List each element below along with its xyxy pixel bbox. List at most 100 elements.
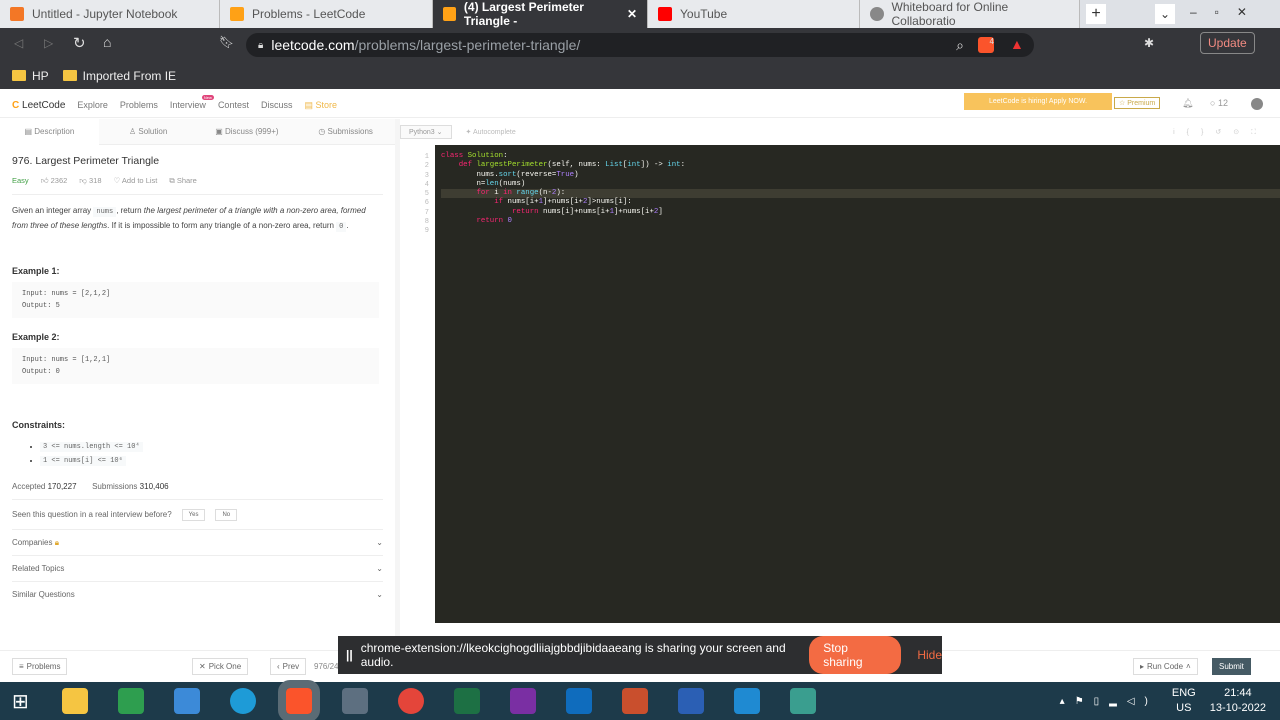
like-button[interactable]: 👍︎ 2362: [41, 176, 68, 186]
powerpoint-icon[interactable]: [622, 688, 648, 714]
clock[interactable]: 21:44 13-10-2022: [1210, 686, 1266, 716]
tab-problems[interactable]: Problems - LeetCode: [220, 0, 433, 28]
nav-discuss[interactable]: Discuss: [261, 100, 293, 110]
pick-one-button[interactable]: ✕ Pick One: [192, 658, 249, 675]
add-to-list-button[interactable]: ♡ Add to List: [114, 176, 158, 186]
address-bar[interactable]: 🔒︎ leetcode.com/problems/largest-perimet…: [246, 33, 1034, 57]
reload-icon[interactable]: ↻: [73, 34, 86, 52]
autocomplete-toggle[interactable]: ✦ Autocomplete: [466, 128, 516, 136]
desc-text: Given an integer array: [12, 206, 94, 215]
onedrive-icon[interactable]: [174, 688, 200, 714]
nav-store[interactable]: ▤ Store: [304, 100, 337, 111]
chevron-down-icon: ⌄: [376, 564, 383, 573]
problem-title: 976. Largest Perimeter Triangle: [12, 155, 160, 167]
editor-tools[interactable]: i{}↺⊙⛶: [1173, 128, 1268, 137]
premium-button[interactable]: ☆ Premium: [1114, 97, 1161, 109]
section-label: Related Topics: [12, 564, 65, 573]
file-explorer-icon[interactable]: [62, 688, 88, 714]
bookmark-imported[interactable]: Imported From IE: [62, 69, 176, 83]
run-code-button[interactable]: ▸ Run Code ˄: [1133, 658, 1198, 675]
tab-youtube[interactable]: YouTube: [648, 0, 860, 28]
forward-icon[interactable]: ▷: [44, 36, 53, 50]
related-topics-section[interactable]: Related Topics ⌄: [12, 555, 383, 581]
code-line: return 0: [476, 217, 512, 226]
code-editor[interactable]: class Solution: def largestPerimeter(sel…: [435, 145, 1280, 623]
new-tab-button[interactable]: +: [1086, 4, 1106, 24]
companies-section[interactable]: Companies 🔒︎ ⌄: [12, 529, 383, 555]
tab-largest-perimeter[interactable]: (4) Largest Perimeter Triangle - ✕: [433, 0, 648, 28]
region-text: US: [1176, 702, 1192, 714]
problems-button[interactable]: ≡ Problems: [12, 658, 68, 675]
window-controls[interactable]: –▫✕: [1190, 5, 1265, 19]
url-host: leetcode.com: [271, 37, 355, 53]
store-icon[interactable]: [118, 688, 144, 714]
tab-title: YouTube: [680, 7, 728, 21]
screen-sharing-banner: || chrome-extension://lkeokcighogdliiajg…: [338, 636, 942, 674]
no-button[interactable]: No: [215, 508, 238, 521]
update-button[interactable]: Update: [1200, 32, 1255, 54]
outlook-icon[interactable]: [566, 688, 592, 714]
example-output: Output: 0: [22, 368, 60, 376]
hiring-banner[interactable]: LeetCode is hiring! Apply NOW.: [964, 93, 1112, 110]
example-1-title: Example 1:: [12, 266, 60, 276]
share-button[interactable]: ⧉ Share: [169, 176, 196, 186]
tab-search-button[interactable]: ⌄: [1155, 4, 1175, 24]
code-line: def largestPerimeter(self, nums: List[in…: [458, 161, 686, 170]
sharing-message: chrome-extension://lkeokcighogdliiajgbbd…: [360, 641, 786, 669]
edge-icon[interactable]: [230, 688, 256, 714]
stop-sharing-button[interactable]: Stop sharing: [809, 636, 902, 674]
premium-label: Premium: [1127, 100, 1156, 107]
screen-recorder-icon[interactable]: [790, 688, 816, 714]
tab-description[interactable]: ▤ Description: [0, 119, 99, 145]
line-number: 1: [424, 153, 429, 161]
close-tab-icon[interactable]: ✕: [627, 7, 637, 21]
tab-solution[interactable]: ♙ Solution: [99, 127, 198, 136]
back-icon[interactable]: ◁: [14, 36, 23, 50]
avatar[interactable]: [1251, 98, 1263, 110]
start-icon[interactable]: ⊞: [12, 689, 42, 714]
excel-icon[interactable]: [454, 688, 480, 714]
zoom-icon[interactable]: ⌕: [956, 37, 964, 54]
nav-interview[interactable]: Interview: [170, 100, 206, 110]
submit-button[interactable]: Submit: [1212, 658, 1251, 675]
section-label: Similar Questions: [12, 590, 75, 599]
section-label: Companies: [12, 537, 53, 547]
yes-button[interactable]: Yes: [181, 508, 206, 521]
bookmark-icon[interactable]: 🔖︎: [219, 35, 234, 49]
bookmark-hp[interactable]: HP: [12, 69, 49, 83]
language-select[interactable]: Python3 ⌄: [400, 125, 452, 139]
brave-shield-icon[interactable]: 4: [978, 37, 994, 53]
brave-icon[interactable]: [278, 680, 320, 720]
leetcode-logo[interactable]: C LeetCode: [12, 100, 65, 111]
settings-icon[interactable]: [342, 688, 368, 714]
similar-questions-section[interactable]: Similar Questions ⌄: [12, 581, 383, 607]
tab-whiteboard[interactable]: Whiteboard for Online Collaboratio: [860, 0, 1080, 28]
nav-problems[interactable]: Problems: [120, 100, 158, 110]
nav-contest[interactable]: Contest: [218, 100, 249, 110]
youtube-icon: [658, 7, 672, 21]
code-line: class Solution:: [441, 152, 508, 160]
language-indicator[interactable]: ENG US: [1172, 686, 1196, 716]
system-tray-icons[interactable]: ▴⚑▯▂◁): [1060, 696, 1158, 707]
chrome-icon[interactable]: [398, 688, 424, 714]
dislike-button[interactable]: 👎︎ 318: [79, 176, 101, 186]
extensions-icon[interactable]: ✱: [1144, 36, 1154, 50]
tab-submissions[interactable]: ◷ Submissions: [296, 127, 395, 136]
home-icon[interactable]: ⌂: [103, 34, 111, 50]
nav-explore[interactable]: Explore: [77, 100, 108, 110]
notification-bell-icon[interactable]: 🔔︎: [1182, 98, 1193, 109]
lang-text: ENG: [1171, 687, 1196, 699]
coins[interactable]: ○ 12: [1210, 98, 1228, 108]
tab-jupyter[interactable]: Untitled - Jupyter Notebook: [0, 0, 220, 28]
line-number: 2: [424, 162, 429, 171]
onenote-icon[interactable]: [510, 688, 536, 714]
coins-count: 12: [1217, 98, 1228, 108]
word-icon[interactable]: [678, 688, 704, 714]
brave-rewards-icon[interactable]: ▲: [1010, 36, 1024, 52]
tab-discuss[interactable]: ▣ Discuss (999+): [198, 127, 297, 136]
example-output: Output: 5: [22, 302, 60, 310]
hide-button[interactable]: Hide: [917, 648, 942, 662]
prev-button[interactable]: ‹ Prev: [270, 658, 307, 675]
leetcode-icon: [230, 7, 244, 21]
vscode-icon[interactable]: [734, 688, 760, 714]
